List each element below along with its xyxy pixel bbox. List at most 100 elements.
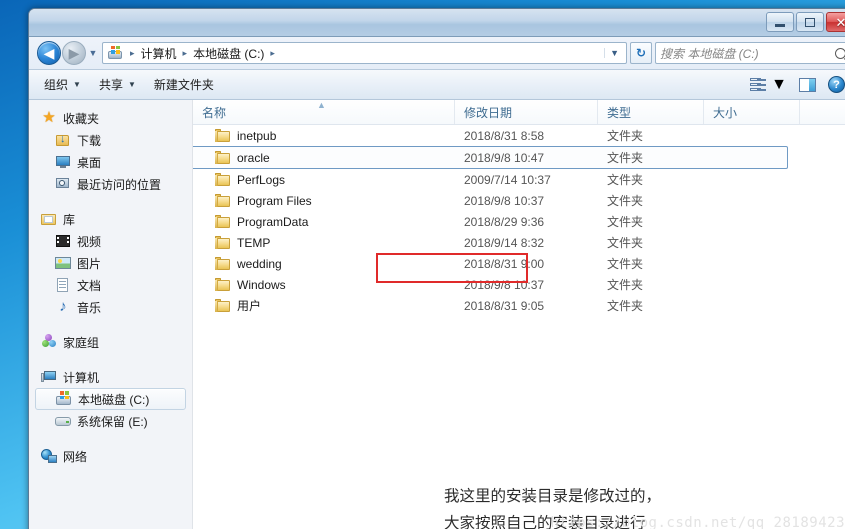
cell-name-label: ProgramData (237, 214, 309, 229)
organize-button[interactable]: 组织 ▼ (35, 72, 90, 97)
cell-name-label: inetpub (237, 128, 277, 143)
folder-icon (215, 278, 231, 291)
table-row[interactable]: inetpub 2018/8/31 8:58 文件夹 (193, 125, 845, 146)
table-row[interactable]: Windows 2018/9/8 10:37 文件夹 (193, 274, 845, 295)
history-dropdown-icon[interactable]: ▼ (86, 48, 100, 58)
sidebar-item-music[interactable]: ♪ 音乐 (29, 296, 192, 318)
sidebar-label: 视频 (77, 234, 102, 249)
library-icon (41, 211, 57, 227)
close-button[interactable]: ✕ (826, 12, 845, 32)
sidebar-label: 计算机 (63, 370, 100, 385)
sidebar-item-libraries[interactable]: 库 (29, 208, 192, 230)
drive-icon (107, 45, 123, 61)
sidebar-item-computer[interactable]: 计算机 (29, 366, 192, 388)
cell-date: 2018/9/8 10:37 (464, 277, 545, 292)
cell-type: 文件夹 (607, 215, 644, 229)
table-row[interactable]: oracle 2018/9/8 10:47 文件夹 (193, 146, 788, 169)
table-row[interactable]: Program Files 2018/9/8 10:37 文件夹 (193, 190, 845, 211)
breadcrumb-separator-0[interactable]: ▸ (126, 48, 139, 59)
sidebar-label: 系统保留 (E:) (77, 414, 148, 429)
nav-group-homegroup: 家庭组 (29, 331, 192, 353)
refresh-button[interactable]: ↻ (630, 42, 652, 64)
forward-button[interactable]: ▶ (62, 41, 86, 65)
sidebar-item-downloads[interactable]: ↓ 下载 (29, 129, 192, 151)
chevron-down-icon[interactable]: ▼ (604, 48, 624, 58)
cell-date: 2018/8/31 9:00 (464, 256, 545, 271)
breadcrumb-computer[interactable]: 计算机 (139, 44, 179, 63)
breadcrumb-separator-1[interactable]: ▸ (179, 48, 192, 59)
table-row[interactable]: PerfLogs 2009/7/14 10:37 文件夹 (193, 169, 845, 190)
cell-name: inetpub (193, 129, 455, 143)
cell-name: 用户 (193, 297, 455, 314)
column-header-type[interactable]: 类型 (598, 100, 704, 124)
sidebar-label: 下载 (77, 133, 102, 148)
folder-icon (215, 299, 231, 312)
recent-places-icon (55, 176, 71, 192)
computer-icon (41, 369, 57, 385)
sidebar-item-favorites[interactable]: ★ 收藏夹 (29, 107, 192, 129)
cell-name: ProgramData (193, 215, 455, 229)
table-row[interactable]: ProgramData 2018/8/29 9:36 文件夹 (193, 211, 845, 232)
cell-name: oracle (193, 151, 455, 165)
cell-name-label: oracle (237, 150, 270, 165)
sidebar-label: 家庭组 (63, 335, 100, 350)
table-row[interactable]: 用户 2018/8/31 9:05 文件夹 (193, 295, 845, 316)
sidebar-item-system-reserved-e[interactable]: 系统保留 (E:) (29, 410, 192, 432)
sidebar-label: 音乐 (77, 300, 102, 315)
cell-type: 文件夹 (607, 278, 644, 292)
chevron-down-icon: ▼ (73, 80, 81, 89)
maximize-button[interactable] (796, 12, 824, 32)
cell-name: Program Files (193, 194, 455, 208)
breadcrumb[interactable]: ▸ 计算机 ▸ 本地磁盘 (C:) ▸ ▼ (102, 42, 627, 64)
downloads-icon: ↓ (55, 132, 71, 148)
star-icon: ★ (42, 109, 56, 126)
share-button[interactable]: 共享 ▼ (90, 72, 145, 97)
pictures-icon (55, 255, 71, 271)
command-toolbar: 组织 ▼ 共享 ▼ 新建文件夹 ▼ ? (29, 70, 845, 100)
cell-name: TEMP (193, 236, 455, 250)
sidebar-label: 图片 (77, 256, 102, 271)
sidebar-item-videos[interactable]: 视频 (29, 230, 192, 252)
cell-date: 2018/9/14 8:32 (464, 235, 545, 250)
cell-date: 2018/8/31 8:58 (464, 128, 545, 143)
cell-name-label: Program Files (237, 193, 312, 208)
sidebar-item-documents[interactable]: 文档 (29, 274, 192, 296)
title-bar: ✕ (29, 9, 845, 37)
sidebar-item-network[interactable]: 网络 (29, 445, 192, 467)
minimize-button[interactable] (766, 12, 794, 32)
sidebar-item-local-disk-c[interactable]: 本地磁盘 (C:) (35, 388, 186, 410)
back-button[interactable]: ◀ (37, 41, 61, 65)
folder-icon (215, 215, 231, 228)
cell-type: 文件夹 (607, 194, 644, 208)
file-rows: inetpub 2018/8/31 8:58 文件夹 oracle 2018/9/8 1… (193, 125, 845, 316)
sidebar-label: 网络 (63, 449, 88, 464)
search-input[interactable]: 搜索 本地磁盘 (C:) (655, 42, 845, 64)
explorer-window: ✕ ◀ ▶ ▼ ▸ 计算机 ▸ 本地磁盘 (C:) ▸ ▼ ↻ 搜索 本地磁盘 … (28, 8, 845, 529)
sidebar-item-desktop[interactable]: 桌面 (29, 151, 192, 173)
sidebar-item-recent-places[interactable]: 最近访问的位置 (29, 173, 192, 195)
change-view-button[interactable]: ▼ (744, 73, 793, 97)
new-folder-button[interactable]: 新建文件夹 (145, 72, 223, 97)
column-header-date[interactable]: 修改日期 (455, 100, 598, 124)
sidebar-item-pictures[interactable]: 图片 (29, 252, 192, 274)
music-icon: ♪ (59, 298, 67, 315)
network-icon (41, 448, 57, 464)
breadcrumb-local-disk[interactable]: 本地磁盘 (C:) (191, 44, 266, 63)
chevron-down-icon: ▼ (127, 80, 136, 89)
column-header-size[interactable]: 大小 (704, 100, 800, 124)
folder-icon (215, 151, 231, 164)
cell-name: PerfLogs (193, 173, 455, 187)
preview-pane-button[interactable] (793, 75, 822, 95)
sidebar-item-homegroup[interactable]: 家庭组 (29, 331, 192, 353)
table-row[interactable]: TEMP 2018/9/14 8:32 文件夹 (193, 232, 845, 253)
window-controls: ✕ (766, 12, 845, 32)
nav-group-libraries: 库 视频 图片 文档 ♪ 音乐 (29, 208, 192, 318)
folder-icon (215, 257, 231, 270)
table-row[interactable]: wedding 2018/8/31 9:00 文件夹 (193, 253, 845, 274)
cell-type: 文件夹 (607, 257, 644, 271)
cell-name-label: wedding (237, 256, 282, 271)
help-button[interactable]: ? (822, 73, 845, 96)
chevron-down-icon: ▼ (771, 75, 787, 93)
breadcrumb-separator-2[interactable]: ▸ (266, 48, 279, 59)
search-icon (835, 47, 845, 59)
